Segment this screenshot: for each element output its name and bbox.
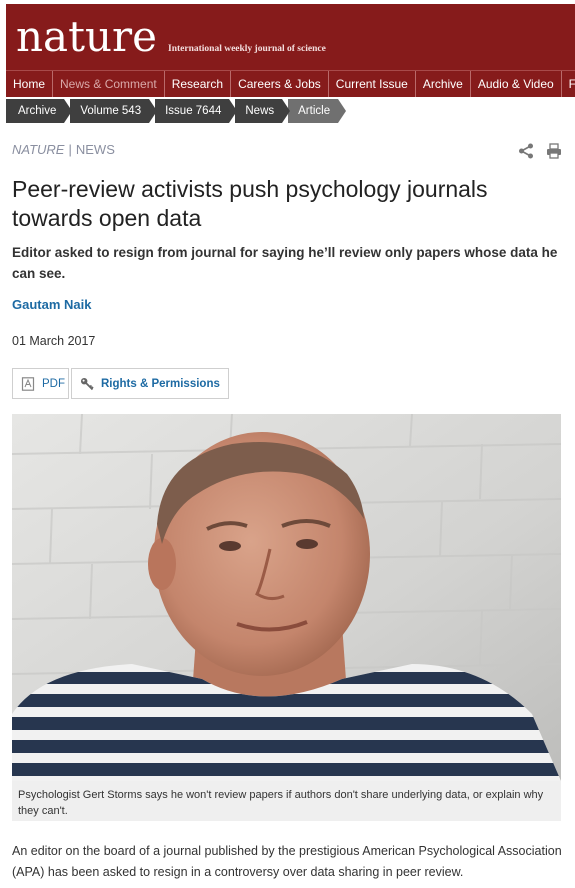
nav-item-careers-jobs[interactable]: Careers & Jobs [231, 71, 329, 97]
nav-item-current-issue[interactable]: Current Issue [329, 71, 416, 97]
breadcrumb: Archive Volume 543 Issue 7644 News Artic… [6, 99, 347, 123]
nav-item-for-authors[interactable]: For Autho [562, 71, 575, 97]
breadcrumb-news[interactable]: News [235, 99, 290, 123]
masthead-tagline: International weekly journal of science [168, 44, 326, 54]
breadcrumb-volume[interactable]: Volume 543 [70, 99, 157, 123]
nav-item-audio-video[interactable]: Audio & Video [471, 71, 562, 97]
article-standfirst: Editor asked to resign from journal for … [12, 245, 558, 281]
nav-item-home[interactable]: Home [6, 71, 54, 97]
portrait-illustration [12, 414, 561, 781]
nav-item-archive[interactable]: Archive [416, 71, 471, 97]
author-link[interactable]: Gautam Naik [12, 297, 91, 312]
section-separator: | [68, 142, 72, 157]
breadcrumb-archive[interactable]: Archive [6, 99, 73, 123]
rights-permissions-label: Rights & Permissions [101, 377, 220, 390]
section-label: NATURE | NEWS [12, 142, 115, 157]
photo-caption: Psychologist Gert Storms says he won't r… [12, 781, 561, 821]
section-journal[interactable]: NATURE [12, 142, 64, 157]
nav-item-research[interactable]: Research [165, 71, 232, 97]
breadcrumb-article: Article [288, 99, 347, 123]
pdf-label: PDF [42, 377, 65, 390]
key-icon [81, 377, 94, 390]
pdf-button[interactable]: PDF [12, 368, 69, 399]
print-icon[interactable] [546, 143, 562, 159]
main-nav: Home News & Comment Research Careers & J… [6, 70, 575, 97]
article-headline: Peer-review activists push psychology jo… [12, 176, 488, 231]
masthead: nature International weekly journal of s… [6, 4, 575, 70]
publication-date: 01 March 2017 [12, 334, 96, 348]
pdf-icon [21, 376, 35, 391]
breadcrumb-issue[interactable]: Issue 7644 [155, 99, 238, 123]
section-type[interactable]: NEWS [76, 142, 115, 157]
article-body-paragraph: An editor on the board of a journal publ… [12, 844, 562, 879]
rights-permissions-button[interactable]: Rights & Permissions [71, 368, 229, 399]
nav-item-news-comment[interactable]: News & Comment [53, 71, 165, 97]
nature-logo[interactable]: nature [16, 12, 157, 62]
article-photo [12, 414, 561, 781]
share-icon[interactable] [518, 143, 534, 159]
